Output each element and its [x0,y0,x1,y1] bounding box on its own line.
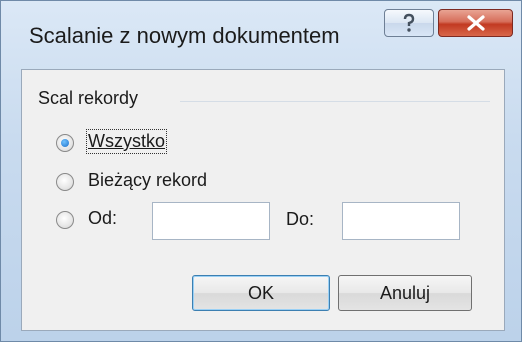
dialog-window: Scalanie z nowym dokumentem Scal rekordy… [0,0,522,342]
from-input[interactable] [152,202,270,240]
group-label-merge-records: Scal rekordy [38,88,145,109]
help-button[interactable] [384,9,434,37]
radio-from[interactable] [56,211,74,229]
radio-selected-dot [61,139,69,147]
to-input[interactable] [342,202,460,240]
radio-current-record-label[interactable]: Bieżący rekord [88,170,207,191]
close-button[interactable] [438,9,513,37]
dialog-client-area: Scal rekordy Wszystko Bieżący rekord Od:… [21,69,505,331]
cancel-button[interactable]: Anuluj [338,275,472,311]
ok-button[interactable]: OK [192,275,330,311]
close-icon [466,15,485,31]
radio-current-record[interactable] [56,173,74,191]
radio-all-label-text: Wszystko [88,131,166,151]
radio-from-label[interactable]: Od: [88,208,117,229]
group-divider [180,101,490,102]
help-icon [403,13,415,32]
to-label: Do: [286,209,315,229]
window-title: Scalanie z nowym dokumentem [29,23,340,48]
radio-all-label[interactable]: Wszystko [85,129,168,154]
radio-all[interactable] [56,134,74,152]
